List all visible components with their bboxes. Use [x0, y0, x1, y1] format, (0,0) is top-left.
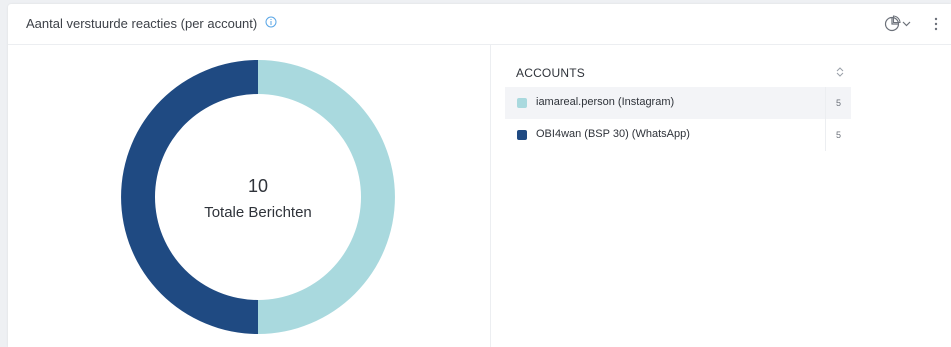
account-count: 5 [836, 98, 842, 108]
sort-icon[interactable] [835, 66, 845, 78]
accounts-column-header[interactable]: ACCOUNTS [516, 66, 585, 80]
table-row[interactable]: iamareal.person (Instagram) 5 [505, 87, 851, 119]
panel-divider [490, 45, 491, 347]
chevron-down-icon [902, 21, 911, 27]
vertical-dots-icon [934, 17, 938, 31]
more-options-button[interactable] [928, 13, 944, 35]
account-name: iamareal.person (Instagram) [536, 96, 675, 108]
widget-title: Aantal verstuurde reacties (per account) [26, 16, 258, 31]
legend-swatch [517, 98, 527, 108]
account-name: OBI4wan (BSP 30) (WhatsApp) [536, 128, 690, 140]
donut-chart-area: 10 Totale Berichten [8, 45, 490, 347]
donut-slice[interactable] [258, 60, 395, 334]
chart-type-button[interactable] [882, 13, 916, 35]
donut-center-label: Totale Berichten [204, 204, 312, 221]
column-separator [825, 87, 826, 151]
widget-card: Aantal verstuurde reacties (per account)… [8, 4, 951, 347]
table-row[interactable]: OBI4wan (BSP 30) (WhatsApp) 5 [505, 119, 851, 151]
info-icon[interactable] [265, 16, 277, 28]
widget-header: Aantal verstuurde reacties (per account) [8, 4, 951, 45]
donut-slice[interactable] [121, 60, 258, 334]
table-header: ACCOUNTS [505, 57, 851, 87]
legend-table: ACCOUNTS iamareal.person (Instagram) 5 O… [505, 57, 851, 151]
account-count: 5 [836, 130, 842, 140]
donut-center-value: 10 [247, 176, 269, 196]
legend-swatch [517, 130, 527, 140]
pie-chart-icon [884, 15, 901, 32]
